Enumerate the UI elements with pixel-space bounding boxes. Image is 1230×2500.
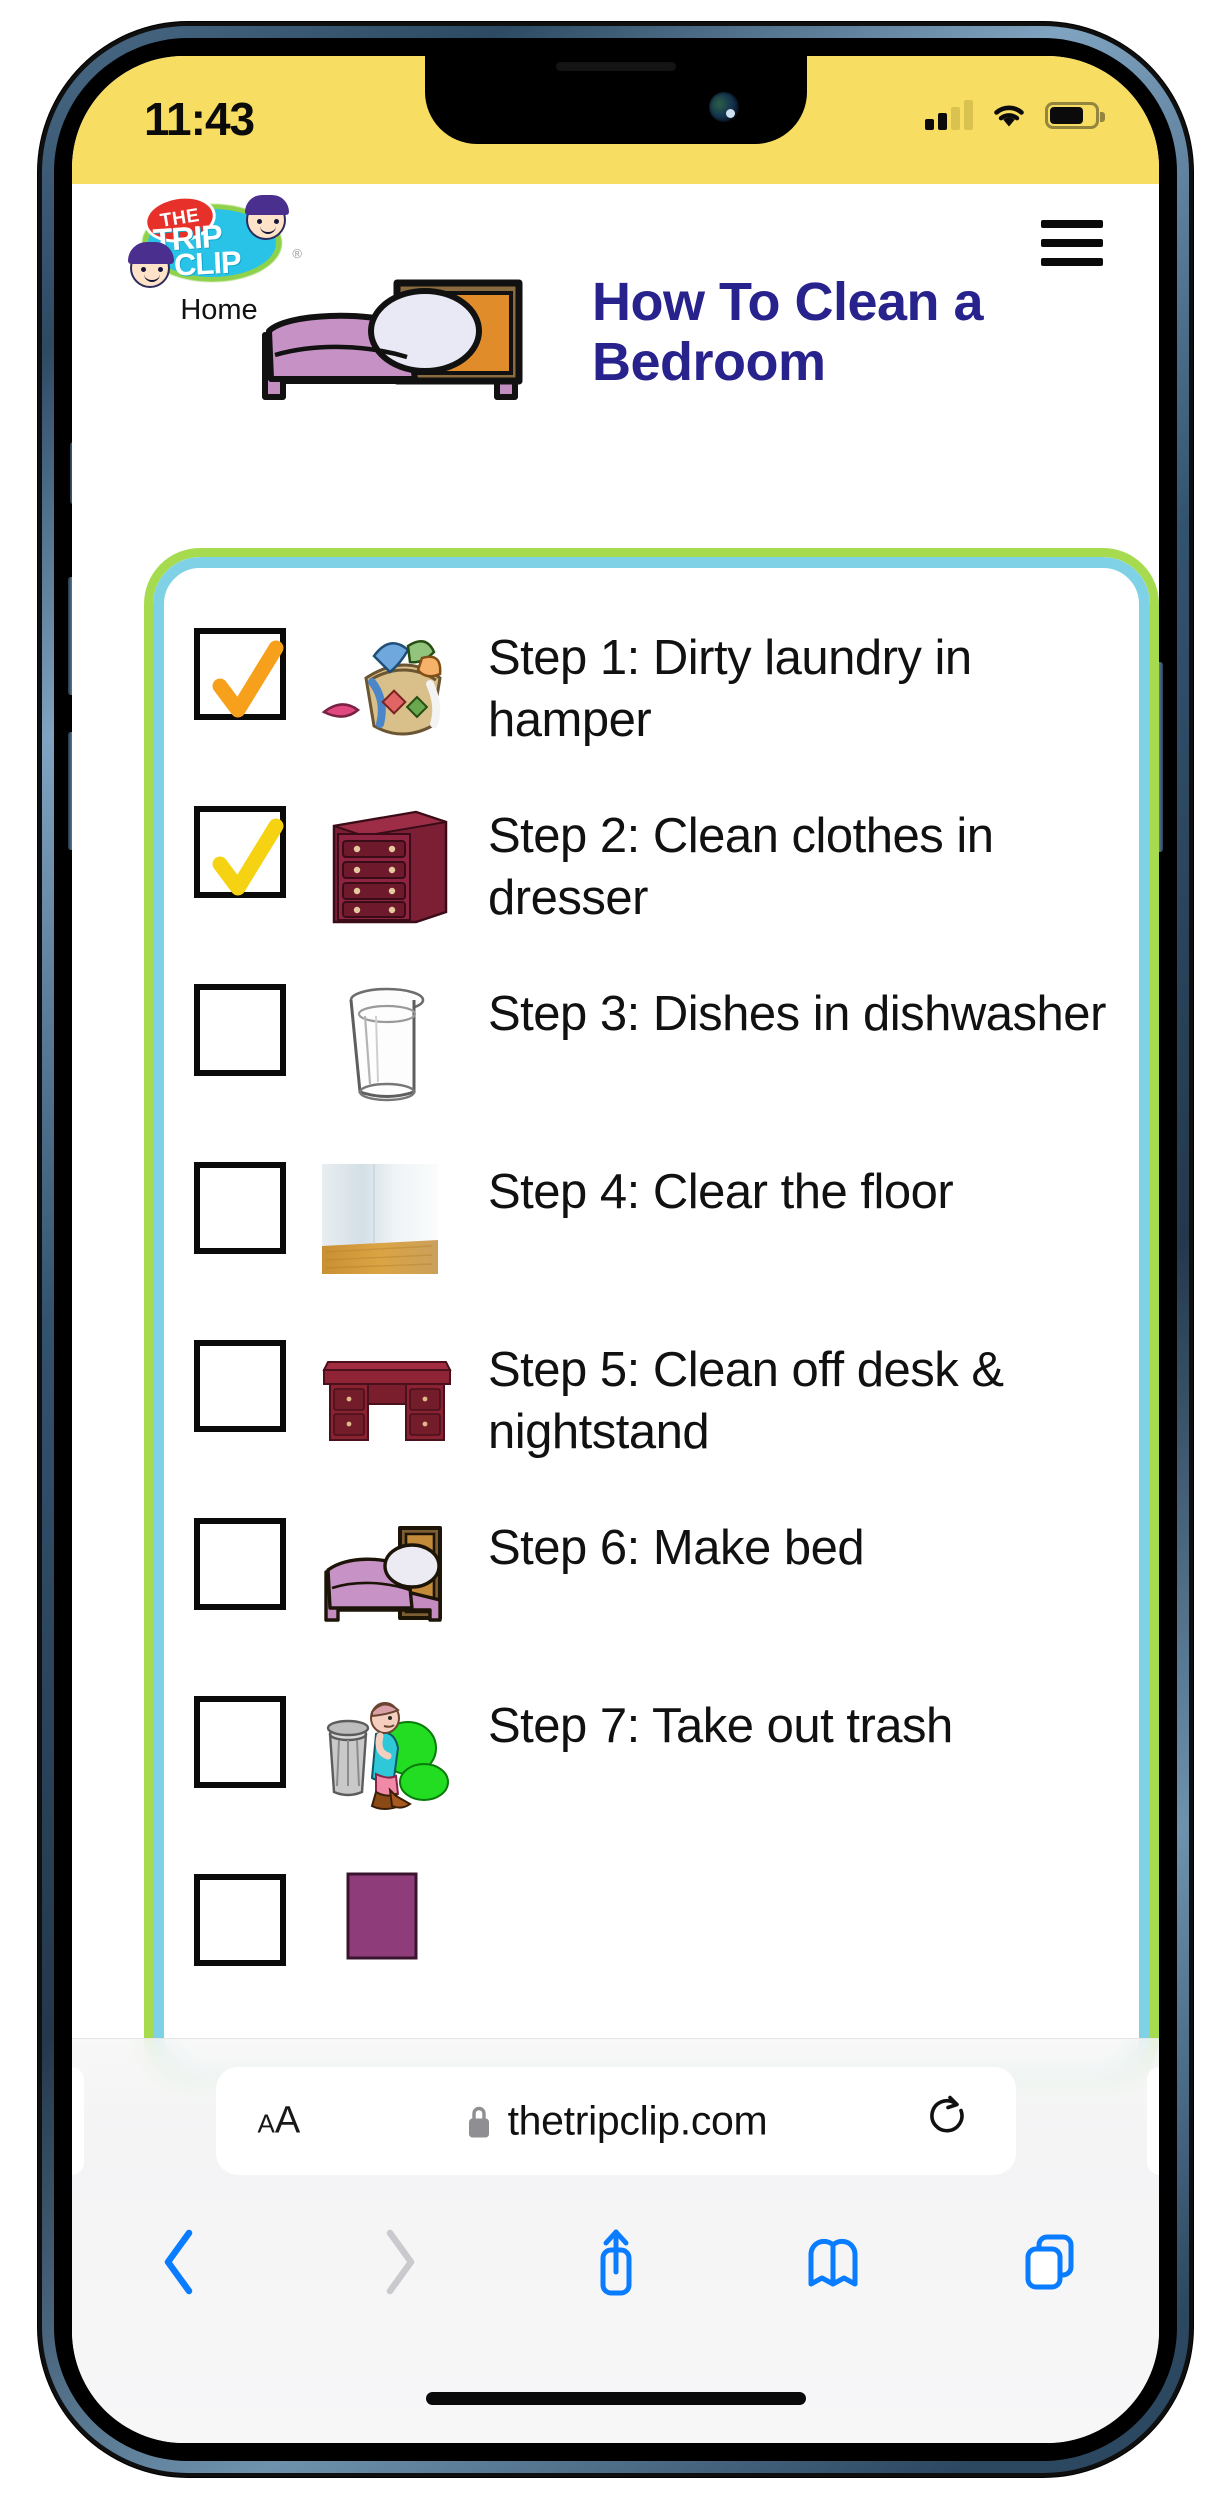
checkbox-step-3[interactable] xyxy=(194,984,286,1076)
tabs-button[interactable] xyxy=(942,2228,1159,2296)
checkbox-step-5[interactable] xyxy=(194,1340,286,1432)
checklist-row-2[interactable]: Step 2: Clean clothes in dresser xyxy=(194,774,1109,952)
phone-frame: 11:43 THE TRIP CLIP ® Home How To Clean … xyxy=(38,22,1193,2477)
share-button[interactable] xyxy=(507,2224,724,2300)
safari-bottom-chrome: AA thetripclip.com xyxy=(72,2038,1159,2443)
checkbox-step-6[interactable] xyxy=(194,1518,286,1610)
checklist-row-3[interactable]: Step 3: Dishes in dishwasher xyxy=(194,952,1109,1130)
checklist-card-inner-border: Step 1: Dirty laundry in hamper Step 2: … xyxy=(153,557,1150,2084)
book-icon xyxy=(808,2238,858,2287)
clean-floor-photo xyxy=(312,1156,462,1284)
wifi-icon xyxy=(990,100,1028,130)
phone-notch xyxy=(424,56,807,144)
take-out-trash-image xyxy=(312,1690,462,1818)
tab-peek-left[interactable] xyxy=(72,2067,84,2175)
checklist-row-6[interactable]: Step 6: Make bed xyxy=(194,1486,1109,1664)
checkbox-step-4[interactable] xyxy=(194,1162,286,1254)
safari-toolbar xyxy=(72,2207,1159,2317)
back-button[interactable] xyxy=(72,2225,289,2299)
checklist-row-8[interactable] xyxy=(194,1842,1109,2020)
status-bar: 11:43 xyxy=(72,56,1159,184)
earpiece-speaker xyxy=(555,62,676,71)
checklist-label-4: Step 4: Clear the floor xyxy=(488,1165,954,1219)
logo-boy-face-icon xyxy=(245,195,289,240)
checklist-label-3: Step 3: Dishes in dishwasher xyxy=(488,987,1106,1041)
drinking-glass-image xyxy=(312,978,462,1106)
desk-image xyxy=(312,1334,462,1462)
checklist-row-4[interactable]: Step 4: Clear the floor xyxy=(194,1130,1109,1308)
reload-button[interactable] xyxy=(926,2094,970,2149)
cellular-signal-icon xyxy=(925,100,973,130)
url-text: thetripclip.com xyxy=(507,2097,768,2144)
checklist-row-5[interactable]: Step 5: Clean off desk & nightstand xyxy=(194,1308,1109,1486)
next-step-image xyxy=(312,1868,462,1996)
tabs-icon xyxy=(1025,2234,1074,2290)
reload-icon xyxy=(929,2095,964,2133)
checkbox-step-1[interactable] xyxy=(194,628,286,720)
phone-screen: 11:43 THE TRIP CLIP ® Home How To Clean … xyxy=(72,56,1159,2443)
page-header: THE TRIP CLIP ® Home How To Clean a Bedr… xyxy=(72,184,1159,514)
checkmark-icon xyxy=(212,818,284,896)
logo-girl-face-icon xyxy=(128,242,174,288)
home-indicator xyxy=(425,2392,806,2405)
share-icon xyxy=(600,2229,632,2296)
forward-button xyxy=(289,2225,506,2299)
lock-icon xyxy=(468,2106,489,2137)
checklist-label-6: Step 6: Make bed xyxy=(488,1521,865,1575)
battery-icon xyxy=(1045,101,1105,129)
bed-image xyxy=(312,1512,462,1640)
bookmarks-button[interactable] xyxy=(724,2229,941,2295)
status-bar-time: 11:43 xyxy=(144,93,255,145)
checklist-label-5: Step 5: Clean off desk & nightstand xyxy=(488,1343,1004,1459)
checklist-label-7: Step 7: Take out trash xyxy=(488,1699,953,1753)
chevron-left-icon xyxy=(164,2229,192,2295)
url-display: thetripclip.com xyxy=(216,2098,1016,2145)
checkbox-step-7[interactable] xyxy=(194,1696,286,1788)
header-bed-illustration xyxy=(247,269,537,409)
laundry-basket-image xyxy=(312,622,462,750)
checklist-row-1[interactable]: Step 1: Dirty laundry in hamper xyxy=(194,596,1109,774)
checklist-label-2: Step 2: Clean clothes in dresser xyxy=(488,809,994,925)
tab-peek-right[interactable] xyxy=(1147,2067,1159,2175)
registered-mark: ® xyxy=(292,246,302,261)
checklist-card: Step 1: Dirty laundry in hamper Step 2: … xyxy=(144,548,1159,2093)
checklist-label-8 xyxy=(474,1860,1109,1874)
screenshot-stage: 11:43 THE TRIP CLIP ® Home How To Clean … xyxy=(0,0,1230,2500)
front-camera xyxy=(708,92,739,122)
checklist-items[interactable]: Step 1: Dirty laundry in hamper Step 2: … xyxy=(164,568,1139,2073)
checkbox-step-2[interactable] xyxy=(194,806,286,898)
logo-clip-text: CLIP xyxy=(173,244,242,283)
status-bar-indicators xyxy=(925,100,1105,130)
chevron-right-icon xyxy=(386,2229,415,2295)
dresser-image xyxy=(312,800,462,928)
checkbox-step-8[interactable] xyxy=(194,1874,286,1966)
address-bar[interactable]: AA thetripclip.com xyxy=(215,2067,1016,2175)
checklist-row-7[interactable]: Step 7: Take out trash xyxy=(194,1664,1109,1842)
page-title: How To Clean a Bedroom xyxy=(592,272,984,393)
safari-url-row: AA thetripclip.com xyxy=(72,2067,1159,2175)
checklist-label-1: Step 1: Dirty laundry in hamper xyxy=(488,631,972,747)
hamburger-menu-icon[interactable] xyxy=(1041,220,1103,266)
checkmark-icon xyxy=(212,640,284,718)
